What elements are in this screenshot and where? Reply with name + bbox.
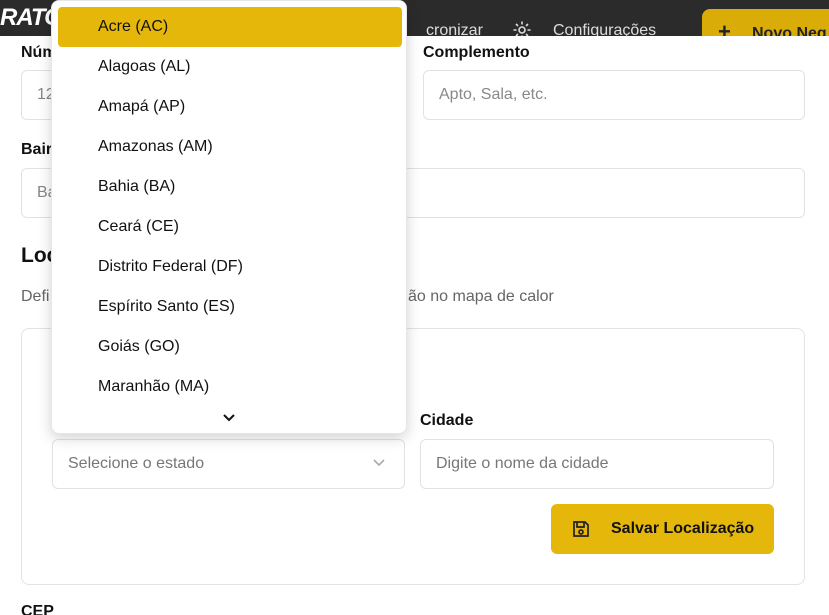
dropdown-option[interactable]: Distrito Federal (DF)	[58, 247, 402, 287]
scroll-down-chevron-icon[interactable]	[222, 413, 236, 423]
complemento-input[interactable]: Apto, Sala, etc.	[423, 70, 805, 120]
cep-label: CEP	[21, 603, 54, 615]
chevron-down-icon	[373, 459, 385, 467]
save-icon	[573, 521, 589, 537]
dropdown-option[interactable]: Goiás (GO)	[58, 327, 402, 367]
save-location-button[interactable]: Salvar Localização	[551, 504, 774, 554]
state-select[interactable]: Selecione o estado	[52, 439, 405, 489]
dropdown-option[interactable]: Amazonas (AM)	[58, 127, 402, 167]
complemento-label: Complemento	[423, 44, 530, 61]
save-location-label: Salvar Localização	[611, 520, 755, 537]
location-desc-left: Defi	[21, 288, 50, 305]
dropdown-option[interactable]: Alagoas (AL)	[58, 47, 402, 87]
city-label: Cidade	[420, 412, 474, 429]
state-select-placeholder: Selecione o estado	[68, 455, 205, 472]
state-dropdown-list: Acre (AC) Alagoas (AL) Amapá (AP) Amazon…	[51, 0, 407, 434]
city-input[interactable]: Digite o nome da cidade	[420, 439, 774, 489]
dropdown-option[interactable]: Ceará (CE)	[58, 207, 402, 247]
dropdown-option[interactable]: Amapá (AP)	[58, 87, 402, 127]
location-desc-right: ão no mapa de calor	[408, 288, 554, 305]
dropdown-option[interactable]: Espírito Santo (ES)	[58, 287, 402, 327]
dropdown-option[interactable]: Acre (AC)	[58, 7, 402, 47]
bairro-label: Bair	[21, 141, 53, 158]
dropdown-option[interactable]: Bahia (BA)	[58, 167, 402, 207]
dropdown-option[interactable]: Maranhão (MA)	[58, 367, 402, 407]
